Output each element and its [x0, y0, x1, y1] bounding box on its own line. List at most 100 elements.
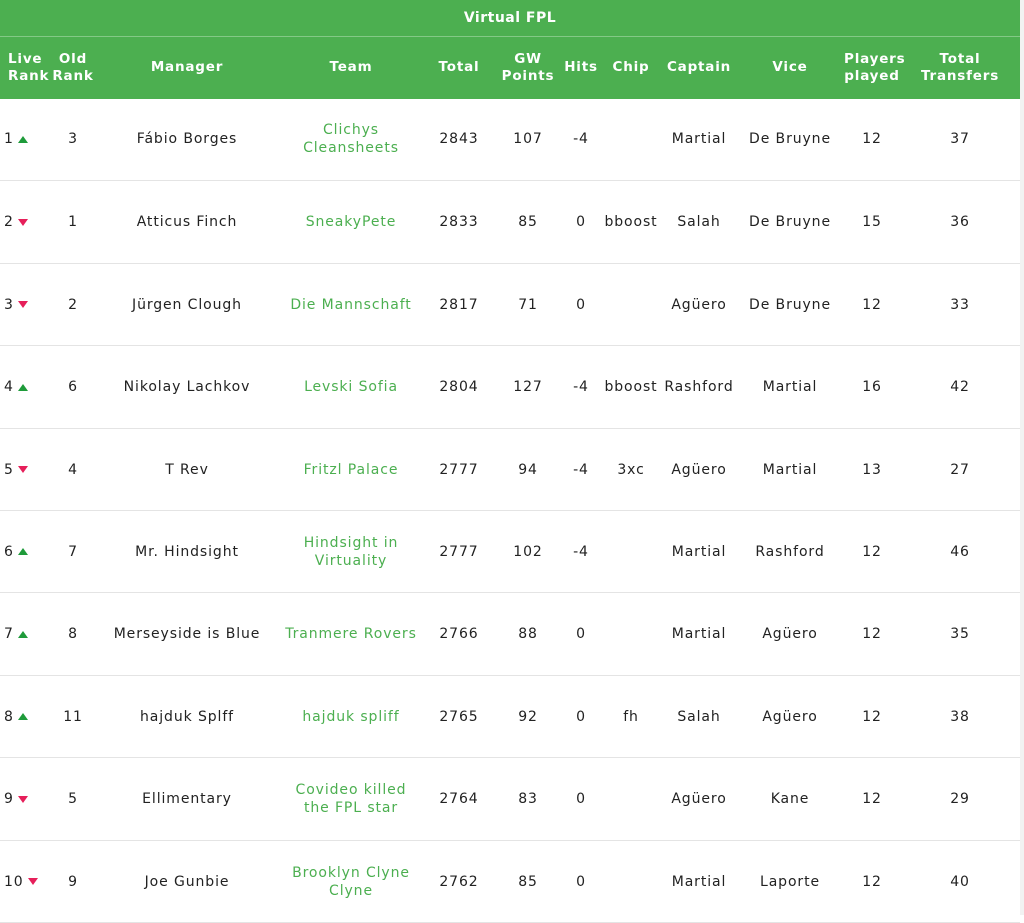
- cell-live-rank: 1: [0, 98, 50, 181]
- cell-team[interactable]: Brooklyn Clyne Clyne: [278, 840, 424, 923]
- cell-chip: [600, 592, 662, 676]
- cell-total: 2804: [424, 345, 494, 429]
- cell-chip: fh: [600, 675, 662, 758]
- table-row[interactable]: 1 3 Fábio Borges Clichys Cleansheets 2843 107…: [0, 98, 1020, 181]
- cell-manager: Merseyside is Blue: [96, 592, 278, 676]
- cell-chip: bboost: [600, 345, 662, 429]
- cell-players-played: 15: [844, 180, 900, 264]
- cell-gw-points: 85: [494, 180, 562, 264]
- table-row[interactable]: 8 11 hajduk Splff hajduk spliff 2765 92 0 fh Sal…: [0, 675, 1020, 758]
- cell-total: 2764: [424, 757, 494, 841]
- cell-team[interactable]: hajduk spliff: [278, 675, 424, 758]
- table-row[interactable]: 6 7 Mr. Hindsight Hindsight in Virtuality 27…: [0, 510, 1020, 593]
- cell-chip: [600, 510, 662, 593]
- cell-players-played: 12: [844, 757, 900, 841]
- cell-total-transfers: 29: [900, 757, 1020, 841]
- cell-gw-points: 92: [494, 675, 562, 758]
- cell-manager: Jürgen Clough: [96, 263, 278, 346]
- table-row[interactable]: 9 5 Ellimentary Covideo killed the FPL star…: [0, 757, 1020, 841]
- scrollbar-track[interactable]: [1020, 0, 1024, 915]
- cell-team[interactable]: Hindsight in Virtuality: [278, 510, 424, 593]
- table-row[interactable]: 3 2 Jürgen Clough Die Mannschaft 2817 71 0 Agüe…: [0, 263, 1020, 346]
- cell-live-rank: 10: [0, 840, 50, 923]
- cell-total-transfers: 27: [900, 428, 1020, 511]
- col-players-played[interactable]: Players played: [844, 37, 905, 99]
- cell-chip: [600, 263, 662, 346]
- cell-old-rank: 8: [50, 592, 96, 676]
- cell-gw-points: 94: [494, 428, 562, 511]
- cell-old-rank: 6: [50, 345, 96, 429]
- cell-chip: bboost: [600, 180, 662, 264]
- cell-hits: -4: [562, 345, 600, 429]
- cell-team[interactable]: Levski Sofia: [278, 345, 424, 429]
- cell-vice: Agüero: [736, 592, 844, 676]
- col-manager[interactable]: Manager: [96, 37, 278, 99]
- cell-hits: -4: [562, 428, 600, 511]
- col-old-rank[interactable]: Old Rank: [50, 37, 96, 99]
- cell-total-transfers: 40: [900, 840, 1020, 923]
- col-chip[interactable]: Chip: [600, 37, 662, 99]
- col-gw-points[interactable]: GW Points: [494, 37, 562, 99]
- cell-players-played: 12: [844, 592, 900, 676]
- live-rank-value: 6: [4, 543, 14, 560]
- rank-up-arrow-icon: [17, 383, 28, 391]
- cell-vice: Martial: [736, 345, 844, 429]
- cell-team[interactable]: SneakyPete: [278, 180, 424, 264]
- cell-team[interactable]: Die Mannschaft: [278, 263, 424, 346]
- rank-down-arrow-icon: [17, 301, 28, 308]
- cell-gw-points: 102: [494, 510, 562, 593]
- cell-chip: [600, 840, 662, 923]
- table-row[interactable]: 10 9 Joe Gunbie Brooklyn Clyne Clyne 2762 85 0…: [0, 840, 1020, 923]
- cell-manager: Mr. Hindsight: [96, 510, 278, 593]
- cell-hits: -4: [562, 510, 600, 593]
- col-captain[interactable]: Captain: [662, 37, 736, 99]
- cell-gw-points: 107: [494, 98, 562, 181]
- cell-live-rank: 7: [0, 592, 50, 676]
- rank-down-arrow-icon: [17, 795, 28, 803]
- cell-total-transfers: 37: [900, 98, 1020, 181]
- cell-team[interactable]: Covideo killed the FPL star: [278, 757, 424, 841]
- cell-hits: 0: [562, 592, 600, 676]
- cell-total-transfers: 36: [900, 180, 1020, 264]
- table-title: Virtual FPL: [0, 0, 1020, 36]
- col-team[interactable]: Team: [278, 37, 424, 99]
- cell-total: 2777: [424, 428, 494, 511]
- cell-total-transfers: 38: [900, 675, 1020, 758]
- cell-players-played: 12: [844, 263, 900, 346]
- rank-down-arrow-icon: [17, 466, 28, 473]
- col-total-transfers[interactable]: Total Transfers: [900, 37, 1020, 99]
- cell-old-rank: 3: [50, 98, 96, 181]
- cell-team[interactable]: Fritzl Palace: [278, 428, 424, 511]
- rank-up-arrow-icon: [17, 713, 28, 720]
- col-vice[interactable]: Vice: [736, 37, 844, 99]
- cell-total: 2765: [424, 675, 494, 758]
- table-row[interactable]: 4 6 Nikolay Lachkov Levski Sofia 2804 127 -4 bb…: [0, 345, 1020, 429]
- live-rank-value: 3: [4, 296, 14, 313]
- cell-team[interactable]: Clichys Cleansheets: [278, 98, 424, 181]
- cell-old-rank: 7: [50, 510, 96, 593]
- cell-total: 2777: [424, 510, 494, 593]
- cell-old-rank: 5: [50, 757, 96, 841]
- cell-chip: [600, 757, 662, 841]
- cell-total-transfers: 33: [900, 263, 1020, 346]
- cell-live-rank: 5: [0, 428, 50, 511]
- live-rank-value: 8: [4, 708, 14, 725]
- cell-players-played: 12: [844, 675, 900, 758]
- live-rank-value: 10: [4, 873, 24, 890]
- rank-down-arrow-icon: [17, 218, 28, 226]
- cell-chip: 3xc: [600, 428, 662, 511]
- table-row[interactable]: 2 1 Atticus Finch SneakyPete 2833 85 0 bboost Sa…: [0, 180, 1020, 264]
- table-row[interactable]: 5 4T Rev Fritzl Palace 2777 94 -4 3xc Agüero Mar…: [0, 428, 1020, 511]
- col-live-rank[interactable]: Live Rank: [0, 37, 50, 99]
- cell-players-played: 12: [844, 98, 900, 181]
- cell-vice: Martial: [736, 428, 844, 511]
- cell-manager: Atticus Finch: [96, 180, 278, 264]
- cell-hits: 0: [562, 840, 600, 923]
- cell-team[interactable]: Tranmere Rovers: [278, 592, 424, 676]
- cell-captain: Salah: [662, 675, 736, 758]
- table-row[interactable]: 7 8 Merseyside is Blue Tranmere Rovers 2766 8…: [0, 592, 1020, 676]
- col-total[interactable]: Total: [424, 37, 494, 99]
- rank-up-arrow-icon: [17, 135, 28, 143]
- cell-gw-points: 85: [494, 840, 562, 923]
- col-hits[interactable]: Hits: [562, 37, 600, 99]
